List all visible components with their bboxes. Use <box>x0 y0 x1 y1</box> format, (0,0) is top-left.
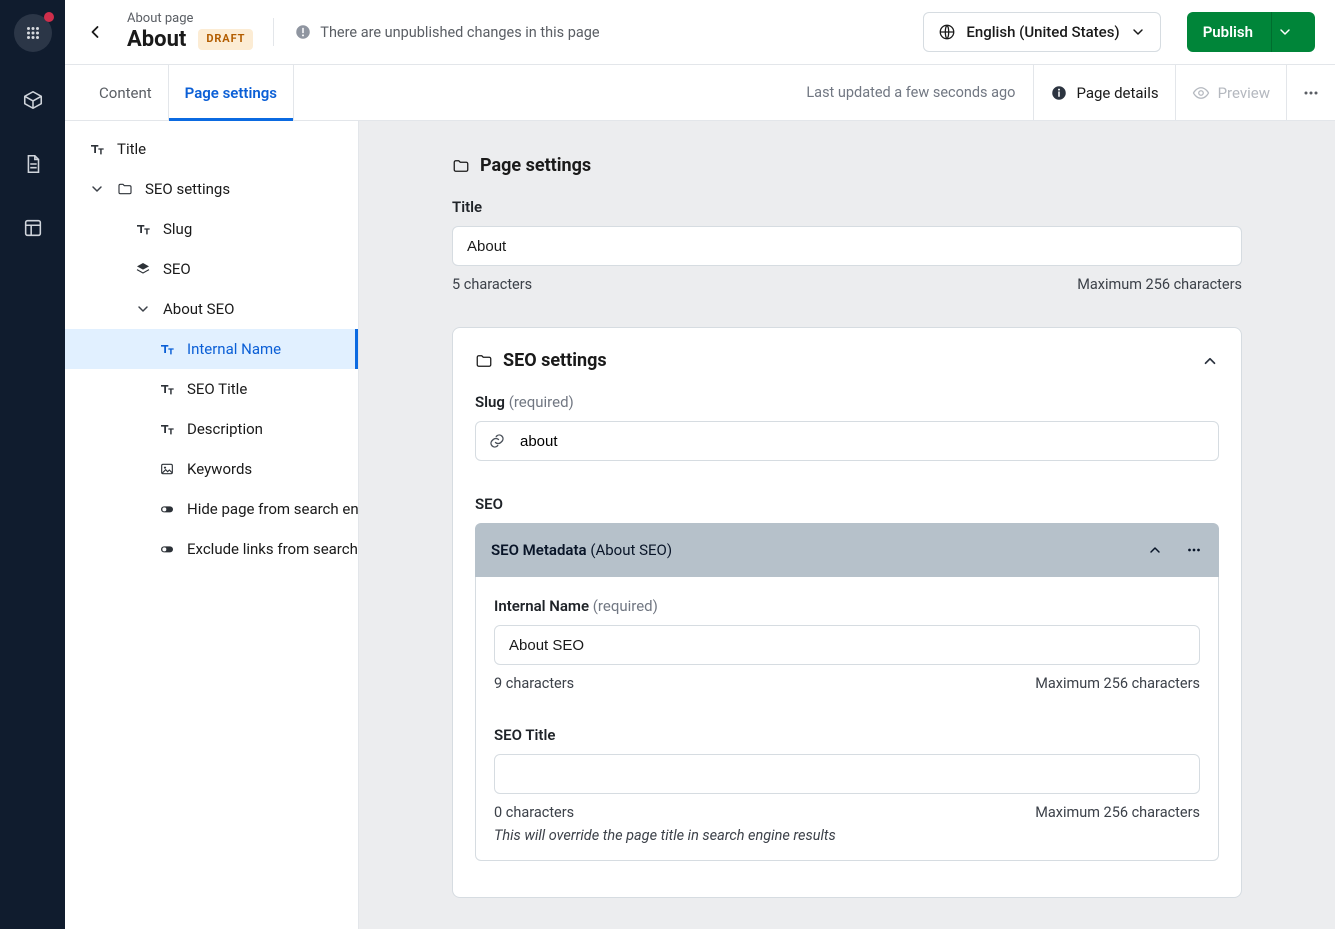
seo-title-hint: This will override the page title in sea… <box>494 827 1200 844</box>
preview-button[interactable]: Preview <box>1176 65 1287 120</box>
global-nav-rail <box>0 0 65 929</box>
outline-description[interactable]: Description <box>65 409 358 449</box>
outline-seo-settings[interactable]: SEO settings <box>65 169 358 209</box>
chevron-down-icon <box>89 181 107 197</box>
more-menu-button[interactable] <box>1287 65 1335 120</box>
outline-panel: Title SEO settings Slug SEO About <box>65 121 359 929</box>
seo-title-char-count: 0 characters <box>494 804 574 821</box>
outline-about-seo[interactable]: About SEO <box>65 289 358 329</box>
internal-name-char-count: 9 characters <box>494 675 574 692</box>
seo-settings-heading: SEO settings <box>503 350 607 371</box>
eye-icon <box>1192 84 1210 102</box>
seo-metadata-body: Internal Name (required) 9 characters Ma… <box>475 577 1219 861</box>
publish-label: Publish <box>1203 23 1271 41</box>
info-icon <box>1050 84 1068 102</box>
toggle-icon <box>159 501 177 517</box>
card-seo-settings: SEO settings Slug (required) <box>452 327 1242 898</box>
label-seo-title: SEO Title <box>494 726 1200 744</box>
text-icon <box>135 221 153 237</box>
folder-icon <box>117 181 135 197</box>
outline-seo[interactable]: SEO <box>65 249 358 289</box>
globe-icon <box>938 23 956 41</box>
folder-icon <box>452 157 470 175</box>
outline-keywords[interactable]: Keywords <box>65 449 358 489</box>
input-internal-name[interactable] <box>494 625 1200 665</box>
folder-icon <box>475 352 493 370</box>
link-icon <box>488 432 506 450</box>
breadcrumb: About page <box>127 12 253 27</box>
text-icon <box>89 141 107 157</box>
title-block: About page About DRAFT <box>127 12 253 52</box>
input-seo-title[interactable] <box>494 754 1200 794</box>
tab-page-settings[interactable]: Page settings <box>169 65 294 120</box>
field-internal-name: Internal Name (required) 9 characters Ma… <box>494 597 1200 692</box>
collapse-metadata[interactable] <box>1147 542 1163 558</box>
field-seo: SEO SEO Metadata (About SEO) <box>475 495 1219 861</box>
title-char-count: 5 characters <box>452 276 532 293</box>
topbar: About page About DRAFT There are unpubli… <box>65 0 1335 65</box>
publish-button[interactable]: Publish <box>1187 12 1315 52</box>
tab-content[interactable]: Content <box>83 65 169 120</box>
image-icon <box>159 461 177 477</box>
seo-title-char-max: Maximum 256 characters <box>1035 804 1200 821</box>
form-canvas: Page settings Title 5 characters Maximum… <box>359 121 1335 929</box>
page-details-button[interactable]: Page details <box>1034 65 1175 120</box>
nav-content[interactable] <box>17 148 49 180</box>
back-button[interactable] <box>77 14 113 50</box>
publish-caret[interactable] <box>1271 12 1315 52</box>
toggle-icon <box>159 541 177 557</box>
stack-icon <box>135 261 153 277</box>
chevron-down-icon <box>135 301 153 317</box>
input-slug-wrapper <box>475 421 1219 461</box>
text-icon <box>159 381 177 397</box>
field-slug: Slug (required) <box>475 393 1219 461</box>
collapse-seo-settings[interactable] <box>1201 352 1219 370</box>
field-seo-title: SEO Title 0 characters Maximum 256 chara… <box>494 726 1200 844</box>
label-internal-name: Internal Name (required) <box>494 597 1200 615</box>
title-char-max: Maximum 256 characters <box>1077 276 1242 293</box>
last-updated: Last updated a few seconds ago <box>788 65 1034 120</box>
outline-slug[interactable]: Slug <box>65 209 358 249</box>
label-title: Title <box>452 198 1242 216</box>
input-title[interactable] <box>452 226 1242 266</box>
label-seo: SEO <box>475 495 1219 513</box>
text-icon <box>159 341 177 357</box>
outline-hide-page[interactable]: Hide page from search engines <box>65 489 358 529</box>
subheader: Content Page settings Last updated a few… <box>65 65 1335 121</box>
seo-metadata-header[interactable]: SEO Metadata (About SEO) <box>475 523 1219 577</box>
divider <box>273 18 274 46</box>
outline-exclude-links[interactable]: Exclude links from search engines <box>65 529 358 569</box>
status-badge: DRAFT <box>198 29 253 50</box>
section-page-settings: Page settings <box>452 155 1242 176</box>
metadata-more-menu[interactable] <box>1185 541 1203 559</box>
text-icon <box>159 421 177 437</box>
chevron-down-icon <box>1130 24 1146 40</box>
outline-internal-name[interactable]: Internal Name <box>65 329 358 369</box>
internal-name-char-max: Maximum 256 characters <box>1035 675 1200 692</box>
locale-label: English (United States) <box>966 23 1119 41</box>
outline-seo-title[interactable]: SEO Title <box>65 369 358 409</box>
alert-icon <box>294 23 312 41</box>
nav-pages[interactable] <box>17 212 49 244</box>
field-title: Title 5 characters Maximum 256 character… <box>452 198 1242 293</box>
app-switcher-button[interactable] <box>14 14 52 52</box>
outline-title[interactable]: Title <box>65 129 358 169</box>
warning-text: There are unpublished changes in this pa… <box>320 24 599 41</box>
input-slug[interactable] <box>518 422 1204 460</box>
locale-select[interactable]: English (United States) <box>923 12 1160 52</box>
label-slug: Slug (required) <box>475 393 1219 411</box>
page-title: About <box>127 27 186 52</box>
notification-dot-icon <box>44 12 54 22</box>
nav-content-model[interactable] <box>17 84 49 116</box>
unpublished-warning: There are unpublished changes in this pa… <box>294 23 599 41</box>
